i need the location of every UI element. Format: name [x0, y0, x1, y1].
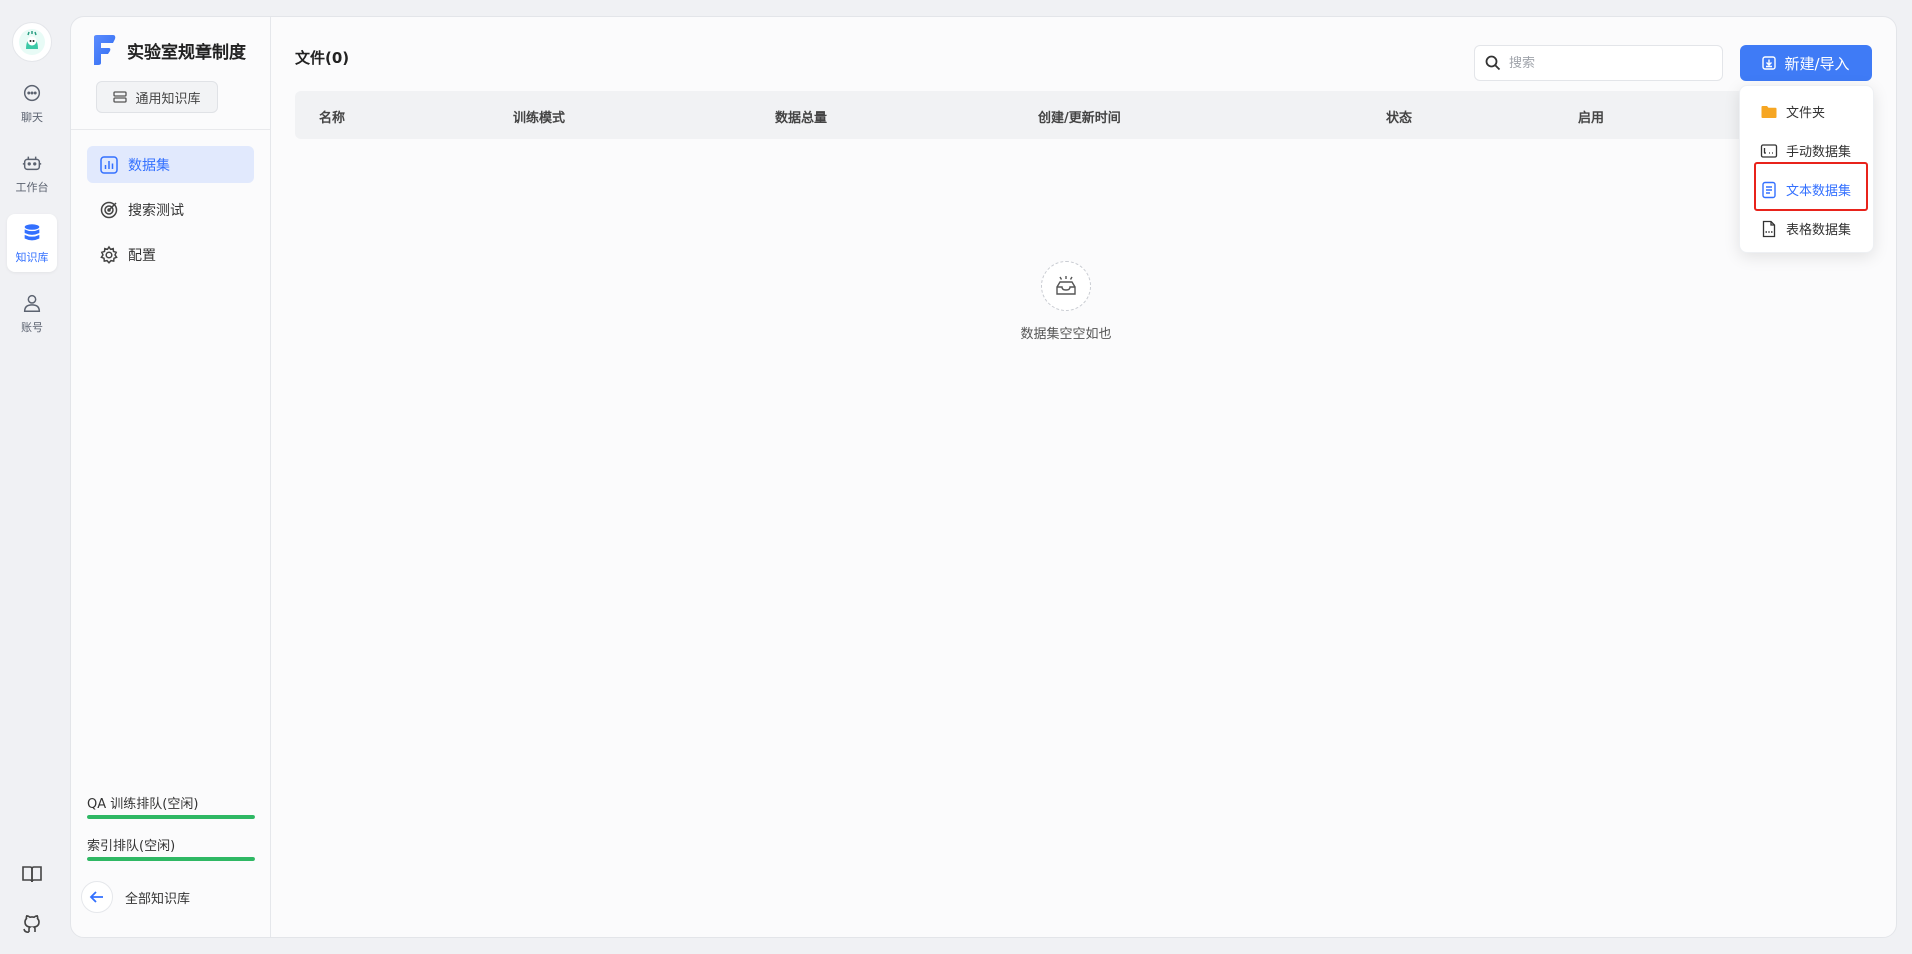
dropdown-item-label: 文本数据集: [1786, 184, 1852, 199]
user-avatar[interactable]: [12, 22, 52, 62]
search-icon: [1485, 55, 1501, 71]
queue-progress-bar: [87, 815, 255, 819]
dropdown-item-label: 文件夹: [1786, 106, 1826, 121]
dropdown-item-folder[interactable]: 文件夹: [1740, 92, 1873, 131]
github-icon[interactable]: [20, 912, 44, 936]
avatar-icon: [19, 29, 45, 55]
column-header-enabled[interactable]: 启用: [1578, 107, 1604, 126]
csv-dataset-icon: [1762, 220, 1776, 237]
gear-icon: [100, 245, 118, 264]
queue-qa: QA 训练排队(空闲): [87, 793, 255, 819]
dropdown-item-text-dataset[interactable]: 文本数据集: [1740, 170, 1873, 209]
page-title: 文件(0): [295, 49, 350, 67]
back-to-all-kb[interactable]: 全部知识库: [81, 881, 190, 913]
user-icon: [23, 294, 41, 312]
queue-index: 索引排队(空闲): [87, 835, 255, 861]
dropdown-item-label: 表格数据集: [1786, 223, 1852, 238]
kb-type-badge: 通用知识库: [96, 81, 218, 113]
manual-dataset-icon: [1760, 143, 1778, 158]
rail-item-label: 账号: [21, 320, 43, 334]
rail-item-label: 知识库: [15, 250, 49, 264]
rail-item-knowledge-base[interactable]: 知识库: [7, 214, 57, 272]
menu-item-config[interactable]: 配置: [87, 236, 254, 273]
rail-item-workbench[interactable]: 工作台: [7, 144, 57, 202]
column-header-updated-time[interactable]: 创建/更新时间: [1038, 107, 1121, 126]
back-button[interactable]: [81, 881, 113, 913]
empty-state: 数据集空空如也: [896, 261, 1236, 342]
dataset-content: 文件(0) 新建/导入 名称 训练模式 数据总量 创建/更新时间 状态 启用: [271, 17, 1896, 937]
folder-icon: [1761, 105, 1777, 118]
chat-bubble-icon: [23, 84, 41, 101]
queue-progress-fill: [87, 815, 255, 819]
queue-label: 索引排队(空闲): [87, 839, 176, 854]
menu-item-label: 搜索测试: [128, 202, 184, 219]
empty-inbox-icon: [1041, 261, 1091, 311]
text-dataset-icon: [1762, 181, 1776, 198]
queue-progress-fill: [87, 857, 255, 861]
menu-item-search-test[interactable]: 搜索测试: [87, 191, 254, 228]
dropdown-item-label: 手动数据集: [1786, 145, 1852, 160]
new-import-label: 新建/导入: [1784, 54, 1850, 73]
target-icon: [100, 201, 118, 218]
training-queues: QA 训练排队(空闲) 索引排队(空闲): [87, 777, 255, 861]
left-rail: 聊天 工作台 知识库 账号: [0, 0, 64, 954]
main-card: 实验室规章制度 通用知识库 数据集 搜索测试 配置 QA 训练排队(空闲) 索引…: [70, 16, 1897, 938]
dropdown-item-table-dataset[interactable]: 表格数据集: [1740, 209, 1873, 248]
server-icon: [113, 91, 128, 103]
kb-type-label: 通用知识库: [135, 91, 201, 107]
rail-item-label: 聊天: [21, 110, 43, 124]
arrow-left-icon: [89, 891, 103, 903]
kb-title: 实验室规章制度: [127, 42, 246, 63]
kb-logo-icon: [94, 35, 116, 65]
queue-progress-bar: [87, 857, 255, 861]
book-icon[interactable]: [20, 862, 44, 886]
table-header: 名称 训练模式 数据总量 创建/更新时间 状态 启用: [295, 91, 1830, 139]
column-header-status[interactable]: 状态: [1386, 107, 1412, 126]
rail-item-label: 工作台: [15, 180, 49, 194]
column-header-data-total[interactable]: 数据总量: [775, 107, 827, 126]
divider: [71, 129, 270, 130]
menu-item-label: 配置: [128, 247, 156, 264]
dropdown-item-manual-dataset[interactable]: 手动数据集: [1740, 131, 1873, 170]
rail-item-chat[interactable]: 聊天: [7, 74, 57, 132]
search-box[interactable]: [1474, 45, 1723, 81]
back-label: 全部知识库: [125, 891, 191, 907]
robot-icon: [22, 156, 42, 170]
kb-sidebar: 实验室规章制度 通用知识库 数据集 搜索测试 配置 QA 训练排队(空闲) 索引…: [71, 17, 271, 937]
queue-label: QA 训练排队(空闲): [87, 797, 199, 812]
search-input[interactable]: [1509, 55, 1699, 71]
menu-item-label: 数据集: [128, 157, 170, 174]
import-icon: [1762, 56, 1777, 70]
column-header-name[interactable]: 名称: [319, 107, 345, 126]
new-import-dropdown: 文件夹 手动数据集 文本数据集 表格数据集: [1739, 85, 1874, 253]
new-import-button[interactable]: 新建/导入: [1740, 45, 1872, 81]
chart-icon: [100, 155, 118, 174]
empty-text: 数据集空空如也: [1020, 327, 1112, 342]
column-header-training-mode[interactable]: 训练模式: [513, 107, 565, 126]
database-icon: [24, 223, 40, 240]
menu-item-dataset[interactable]: 数据集: [87, 146, 254, 183]
rail-item-account[interactable]: 账号: [7, 284, 57, 342]
